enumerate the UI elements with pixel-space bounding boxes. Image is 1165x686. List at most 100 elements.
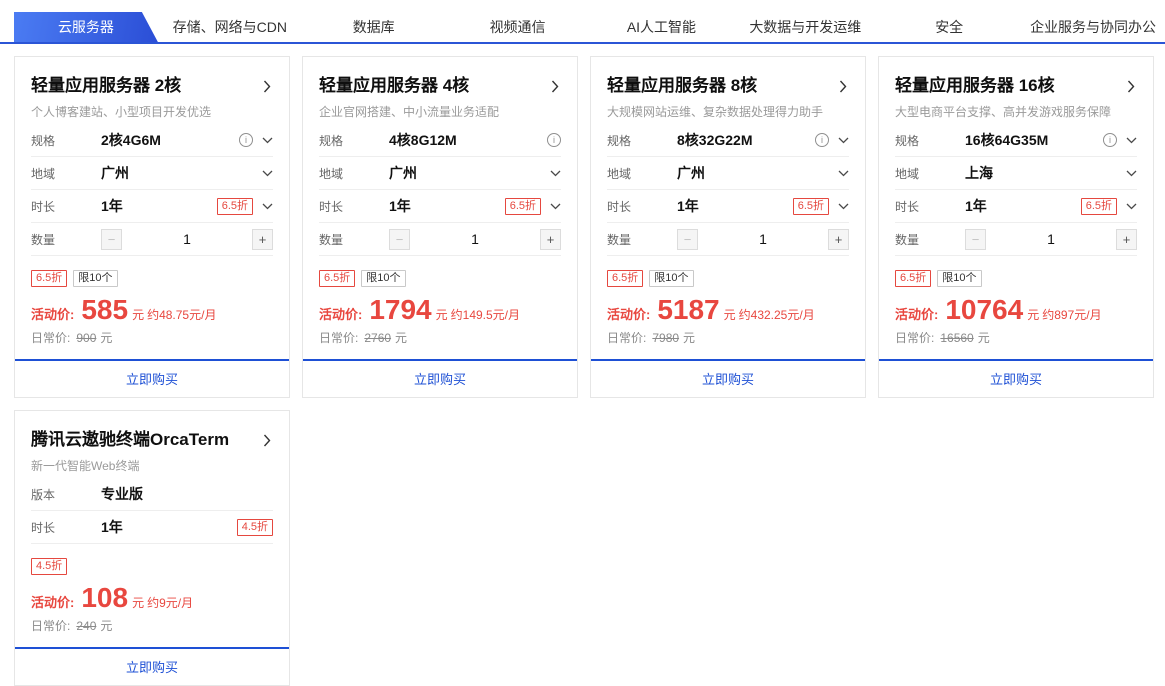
duration-label: 时长 — [895, 199, 920, 214]
tab-ai[interactable]: AI人工智能 — [590, 12, 734, 42]
decrease-quantity-button[interactable]: − — [677, 228, 698, 250]
product-card-lighthouse-4c: 轻量应用服务器 4核 企业官网搭建、中小流量业务适配 规格 4核8G12M 地域… — [302, 56, 578, 399]
region-label: 地域 — [607, 166, 632, 181]
increase-quantity-button[interactable]: + — [1115, 228, 1137, 250]
chevron-down-icon[interactable] — [838, 170, 849, 177]
chevron-down-icon[interactable] — [262, 137, 273, 144]
decrease-quantity-button[interactable]: − — [389, 228, 410, 250]
region-value: 上海 — [965, 165, 993, 182]
chevron-right-icon[interactable] — [549, 78, 561, 95]
monthly-price: 约149.5元/月 — [450, 308, 521, 323]
chevron-right-icon[interactable] — [837, 78, 849, 95]
spec-label: 规格 — [607, 133, 632, 148]
card-subtitle: 大规模网站运维、复杂数据处理得力助手 — [607, 105, 824, 120]
buy-now-button[interactable]: 立即购买 — [591, 359, 865, 397]
chevron-down-icon[interactable] — [550, 170, 561, 177]
activity-price: 活动价: 5187 元 约432.25元/月 — [607, 296, 849, 324]
quantity-label: 数量 — [895, 232, 920, 247]
region-value: 广州 — [677, 165, 705, 182]
buy-now-button[interactable]: 立即购买 — [303, 359, 577, 397]
activity-price: 活动价: 1794 元 约149.5元/月 — [319, 296, 561, 324]
monthly-price: 约48.75元/月 — [147, 308, 217, 323]
chevron-down-icon[interactable] — [1126, 137, 1137, 144]
buy-now-button[interactable]: 立即购买 — [879, 359, 1153, 397]
daily-price: 日常价: 900 元 — [31, 329, 273, 359]
chevron-right-icon[interactable] — [1125, 78, 1137, 95]
tab-bigdata-devops[interactable]: 大数据与开发运维 — [733, 12, 877, 42]
yuan-unit: 元 — [1027, 308, 1040, 323]
discount-badge: 4.5折 — [236, 518, 273, 536]
buy-now-button[interactable]: 立即购买 — [15, 359, 289, 397]
info-icon[interactable] — [239, 133, 253, 148]
info-icon[interactable] — [1103, 133, 1117, 148]
yuan-unit: 元 — [100, 619, 113, 634]
decrease-quantity-button[interactable]: − — [965, 228, 986, 250]
chevron-down-icon[interactable] — [262, 170, 273, 177]
chevron-down-icon[interactable] — [550, 203, 561, 210]
discount-badge: 6.5折 — [504, 197, 541, 215]
tab-security[interactable]: 安全 — [877, 12, 1021, 42]
daily-price-amount: 900 — [76, 330, 97, 345]
spec-value: 8核32G22M — [677, 132, 753, 149]
daily-price-amount: 240 — [76, 618, 97, 633]
chevron-down-icon[interactable] — [838, 203, 849, 210]
card-title: 轻量应用服务器 4核 — [319, 76, 470, 95]
activity-price: 活动价: 108 元 约9元/月 — [31, 584, 273, 612]
quantity-value[interactable]: 1 — [183, 231, 191, 247]
discount-badge: 6.5折 — [792, 197, 829, 215]
daily-price-label: 日常价: — [895, 331, 935, 346]
activity-price-amount: 5187 — [657, 294, 720, 326]
region-row: 地域 广州 — [31, 157, 273, 191]
activity-price: 活动价: 585 元 约48.75元/月 — [31, 296, 273, 324]
card-title: 轻量应用服务器 2核 — [31, 76, 182, 95]
spec-row: 规格 16核64G35M — [895, 124, 1137, 158]
quantity-value[interactable]: 1 — [1047, 231, 1055, 247]
spec-value: 16核64G35M — [965, 132, 1049, 149]
yuan-unit: 元 — [977, 331, 990, 346]
limit-badge: 限10个 — [937, 270, 982, 288]
increase-quantity-button[interactable]: + — [827, 228, 849, 250]
tab-enterprise-collaboration[interactable]: 企业服务与协同办公 — [1021, 12, 1165, 42]
product-card-orcaterm: 腾讯云遨驰终端OrcaTerm 新一代智能Web终端 版本 专业版 时长 1年 … — [14, 410, 290, 686]
quantity-value[interactable]: 1 — [759, 231, 767, 247]
chevron-right-icon[interactable] — [261, 78, 273, 95]
activity-price-label: 活动价: — [607, 307, 651, 323]
daily-price: 日常价: 7980 元 — [607, 329, 849, 359]
region-row: 地域 上海 — [895, 157, 1137, 191]
activity-price-label: 活动价: — [895, 307, 939, 323]
decrease-quantity-button[interactable]: − — [101, 228, 122, 250]
daily-price: 日常价: 16560 元 — [895, 329, 1137, 359]
chevron-down-icon[interactable] — [1126, 170, 1137, 177]
region-label: 地域 — [319, 166, 344, 181]
quantity-row: 数量 − 1 + — [31, 223, 273, 257]
promo-badge: 6.5折 — [31, 270, 68, 288]
activity-price: 活动价: 10764 元 约897元/月 — [895, 296, 1137, 324]
chevron-right-icon[interactable] — [261, 432, 273, 449]
chevron-down-icon[interactable] — [1126, 203, 1137, 210]
duration-row: 时长 1年 6.5折 — [31, 190, 273, 224]
yuan-unit: 元 — [132, 308, 145, 323]
quantity-value[interactable]: 1 — [471, 231, 479, 247]
card-title: 轻量应用服务器 8核 — [607, 76, 758, 95]
increase-quantity-button[interactable]: + — [251, 228, 273, 250]
daily-price-label: 日常价: — [607, 331, 647, 346]
tab-database[interactable]: 数据库 — [302, 12, 446, 42]
promo-badge: 4.5折 — [31, 558, 68, 576]
buy-now-button[interactable]: 立即购买 — [15, 647, 289, 685]
promo-badge: 6.5折 — [319, 270, 356, 288]
increase-quantity-button[interactable]: + — [539, 228, 561, 250]
duration-row: 时长 1年 6.5折 — [607, 190, 849, 224]
tab-cloud-server[interactable]: 云服务器 — [14, 12, 158, 42]
product-card-lighthouse-8c: 轻量应用服务器 8核 大规模网站运维、复杂数据处理得力助手 规格 8核32G22… — [590, 56, 866, 399]
activity-price-amount: 108 — [81, 582, 129, 614]
yuan-unit: 元 — [723, 308, 736, 323]
chevron-down-icon[interactable] — [838, 137, 849, 144]
info-icon[interactable] — [815, 133, 829, 148]
activity-price-label: 活动价: — [31, 307, 75, 323]
duration-label: 时长 — [31, 520, 56, 535]
tab-video-communication[interactable]: 视频通信 — [446, 12, 590, 42]
card-title: 腾讯云遨驰终端OrcaTerm — [31, 430, 230, 450]
tab-storage-network-cdn[interactable]: 存储、网络与CDN — [158, 12, 302, 42]
info-icon[interactable] — [547, 133, 561, 148]
chevron-down-icon[interactable] — [262, 203, 273, 210]
